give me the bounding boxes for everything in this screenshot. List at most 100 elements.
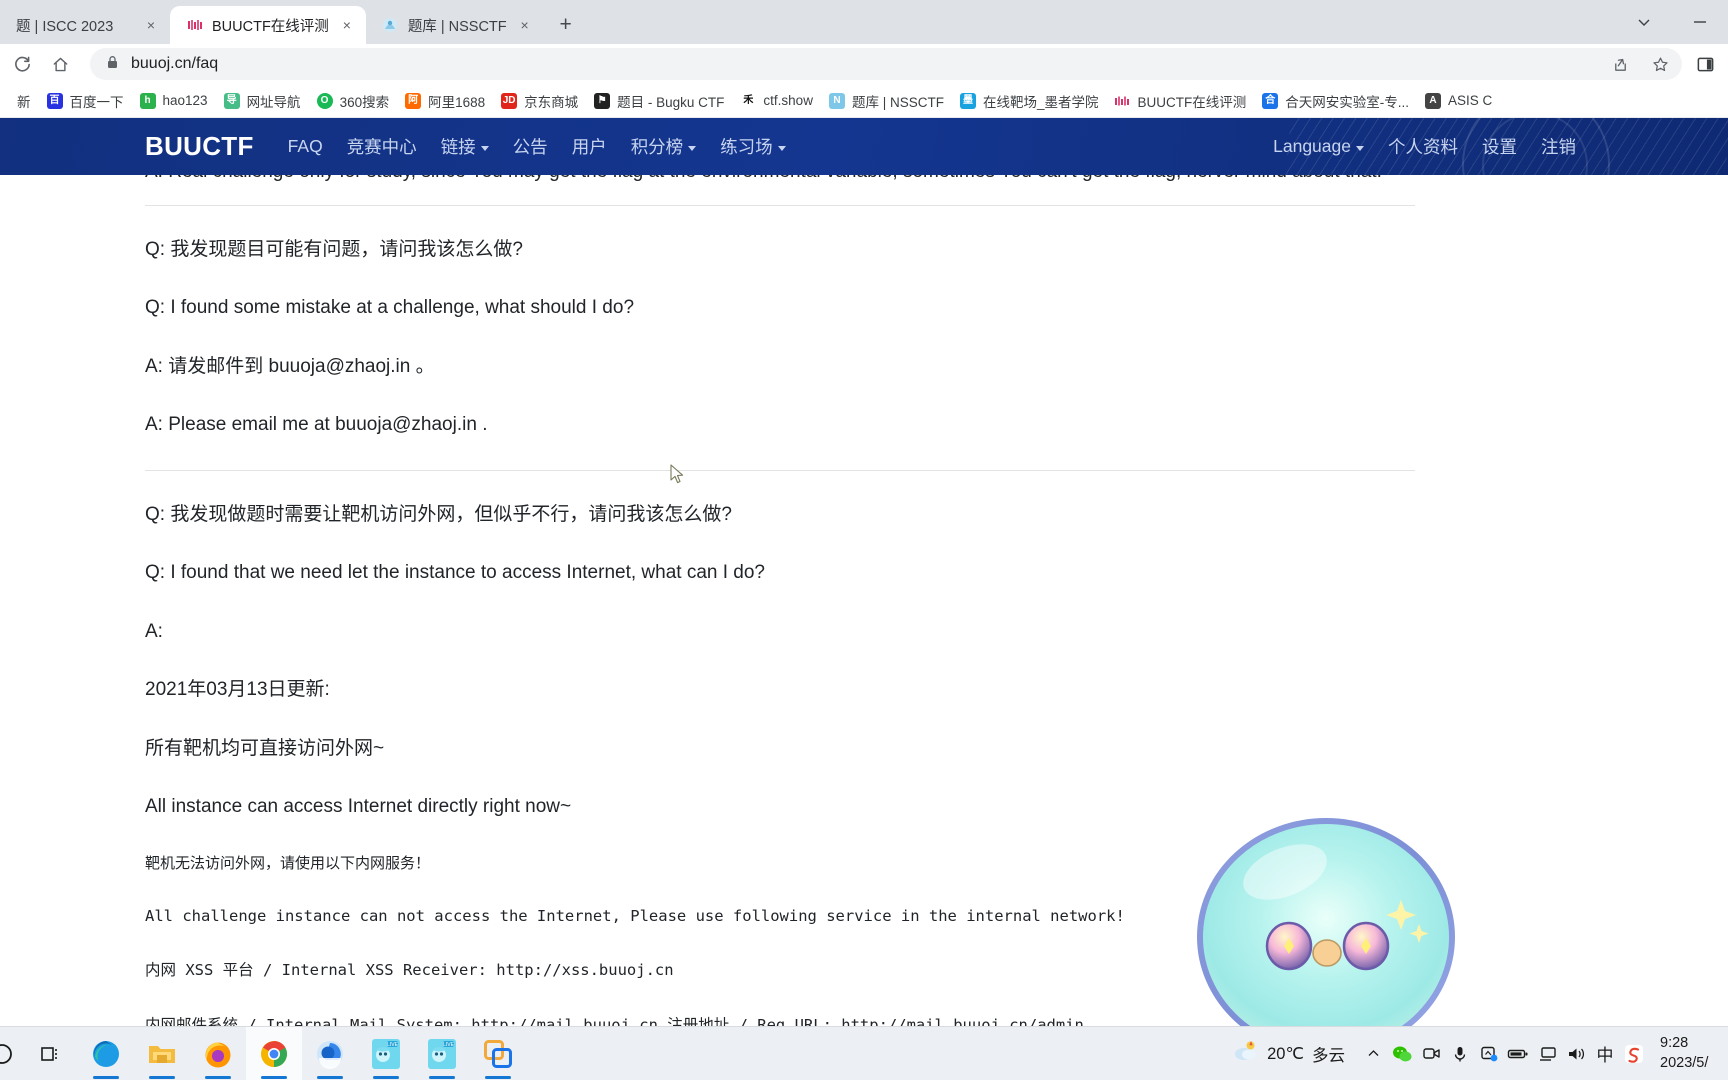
tab-favicon xyxy=(0,17,7,34)
taskbar-apps: LIVE LIVE xyxy=(0,1026,526,1081)
bookmark-item[interactable]: O 360搜索 xyxy=(309,87,398,115)
taskbar-app-live-2[interactable]: LIVE xyxy=(414,1027,470,1081)
nav-item-scoreboard[interactable]: 积分榜 xyxy=(619,128,709,165)
bookmark-item[interactable]: 导 网址导航 xyxy=(216,87,309,115)
tab-close-icon[interactable]: × xyxy=(338,16,356,34)
tab-search-button[interactable] xyxy=(1616,0,1672,44)
task-view-button[interactable] xyxy=(22,1027,78,1081)
asis-icon: A xyxy=(1424,92,1441,109)
bookmark-item[interactable]: 合 合天网安实验室-专... xyxy=(1254,87,1417,115)
hetian-shield-icon: 合 xyxy=(1262,92,1279,109)
home-icon[interactable] xyxy=(42,46,78,82)
nav-item-settings[interactable]: 设置 xyxy=(1470,128,1529,165)
minimize-button[interactable] xyxy=(1672,0,1728,44)
weather-icon xyxy=(1233,1039,1259,1068)
nav-item-label: 个人资料 xyxy=(1388,137,1458,157)
nav-item-practice[interactable]: 练习场 xyxy=(708,128,798,165)
taskbar-app-microsoft-edge[interactable] xyxy=(78,1027,134,1081)
nav-item-language[interactable]: Language xyxy=(1261,130,1376,163)
weather-widget[interactable]: 20℃ 多云 xyxy=(1227,1039,1357,1068)
taskbar-app-wps-office[interactable] xyxy=(302,1027,358,1081)
share-icon[interactable] xyxy=(1606,50,1634,78)
bookmark-label: 在线靶场_墨者学院 xyxy=(982,94,1099,110)
bookmark-item[interactable]: h hao123 xyxy=(132,89,216,113)
ime-chinese-icon[interactable]: 中 xyxy=(1592,1036,1618,1072)
chevron-up-icon[interactable] xyxy=(1360,1036,1386,1072)
nav-item-contest-center[interactable]: 竞赛中心 xyxy=(335,128,429,165)
screenshot-icon[interactable] xyxy=(1476,1036,1502,1072)
bookmark-label: hao123 xyxy=(162,93,208,108)
bookmark-item[interactable]: JD 京东商城 xyxy=(493,87,586,115)
bugku-flag-icon: ⚑ xyxy=(594,92,611,109)
bookmark-item[interactable]: 墨 在线靶场_墨者学院 xyxy=(952,87,1107,115)
mozhe-icon: 墨 xyxy=(959,92,976,109)
nav-item-label: 积分榜 xyxy=(630,137,684,157)
camera-icon[interactable] xyxy=(1418,1036,1444,1072)
wechat-icon[interactable] xyxy=(1389,1036,1415,1072)
browser-tab-2[interactable]: BUUCTF在线评测 × xyxy=(170,6,366,44)
taskbar-app-firefox[interactable] xyxy=(190,1027,246,1081)
faq-divider xyxy=(145,469,1415,471)
bookmark-item[interactable]: ⚑ 题目 - Bugku CTF xyxy=(586,87,732,115)
running-indicator xyxy=(205,1075,231,1079)
clock-time: 9:28 xyxy=(1660,1034,1689,1051)
svg-text:LIVE: LIVE xyxy=(443,1042,455,1048)
browser-tab-1[interactable]: 题 | ISCC 2023 × xyxy=(0,6,170,44)
nav-item-label: 竞赛中心 xyxy=(346,137,417,157)
nav-item-profile[interactable]: 个人资料 xyxy=(1376,128,1470,165)
tab-close-icon[interactable]: × xyxy=(516,16,534,34)
nav-item-label: 公告 xyxy=(512,137,548,157)
bookmark-item[interactable]: 禾 ctf.show xyxy=(732,89,821,113)
battery-icon[interactable] xyxy=(1505,1036,1531,1072)
bookmark-item[interactable]: 新 xyxy=(0,87,39,115)
bookmark-label: 题目 - Bugku CTF xyxy=(617,94,725,110)
site-navbar: BUUCTF FAQ 竞赛中心 链接 公告 用户 积分榜 练习场 Languag… xyxy=(0,118,1728,175)
nav-item-faq[interactable]: FAQ xyxy=(276,130,335,163)
window-controls xyxy=(1616,0,1728,44)
running-indicator xyxy=(261,1075,287,1079)
nav-item-logout[interactable]: 注销 xyxy=(1529,128,1588,165)
chevron-down-icon xyxy=(777,146,786,151)
bookmark-item[interactable]: N 题库 | NSSCTF xyxy=(821,87,952,115)
nssctf-favicon-icon xyxy=(382,17,399,34)
tab-close-icon[interactable]: × xyxy=(142,16,160,34)
clock[interactable]: 9:28 2023/5/ xyxy=(1650,1034,1722,1073)
bookmark-label: ctf.show xyxy=(763,93,813,108)
site-brand[interactable]: BUUCTF xyxy=(145,131,254,162)
start-button[interactable] xyxy=(0,1027,22,1081)
nav-item-announcements[interactable]: 公告 xyxy=(501,128,560,165)
svg-text:LIVE: LIVE xyxy=(387,1042,399,1048)
address-bar-url[interactable]: buuoj.cn/faq xyxy=(131,55,1594,73)
volume-icon[interactable] xyxy=(1563,1036,1589,1072)
nav-item-label: 设置 xyxy=(1482,137,1517,157)
bookmark-item[interactable]: A ASIS C xyxy=(1417,89,1500,113)
sogou-icon[interactable] xyxy=(1621,1036,1647,1072)
taskbar-app-file-explorer[interactable] xyxy=(134,1027,190,1081)
new-tab-button[interactable]: + xyxy=(550,9,582,41)
sidepanel-icon[interactable] xyxy=(1690,49,1720,79)
browser-tab-3[interactable]: 题库 | NSSCTF × xyxy=(365,6,544,44)
nav-item-users[interactable]: 用户 xyxy=(560,128,619,165)
bookmark-label: 京东商城 xyxy=(524,94,579,110)
microphone-icon[interactable] xyxy=(1447,1036,1473,1072)
mascot-character[interactable] xyxy=(1193,812,1458,1026)
nav-item-links[interactable]: 链接 xyxy=(429,128,501,165)
taskbar-app-vmware-workstation[interactable] xyxy=(470,1027,526,1081)
bookmark-item[interactable]: 百 百度一下 xyxy=(39,87,132,115)
taskbar: LIVE LIVE 20℃ 多云 中 9:28 2023/5/ xyxy=(0,1026,1728,1081)
reload-icon[interactable] xyxy=(4,46,40,82)
chevron-down-icon xyxy=(1356,146,1364,151)
address-bar[interactable]: buuoj.cn/faq xyxy=(90,48,1682,80)
hao123-icon: h xyxy=(139,92,156,109)
bookmark-item[interactable]: BUUCTF在线评测 xyxy=(1106,87,1254,115)
display-icon[interactable] xyxy=(1534,1036,1560,1072)
jd-icon: JD xyxy=(501,92,518,109)
bookmark-item[interactable]: 阿 阿里1688 xyxy=(397,87,493,115)
chevron-down-icon xyxy=(480,146,489,151)
taskbar-app-live-1[interactable]: LIVE xyxy=(358,1027,414,1081)
bookmark-label: 阿里1688 xyxy=(428,94,486,110)
bookmark-star-icon[interactable] xyxy=(1646,50,1674,78)
ctfshow-icon: 禾 xyxy=(740,92,757,109)
alibaba-icon: 阿 xyxy=(405,92,422,109)
taskbar-app-google-chrome[interactable] xyxy=(246,1026,302,1081)
